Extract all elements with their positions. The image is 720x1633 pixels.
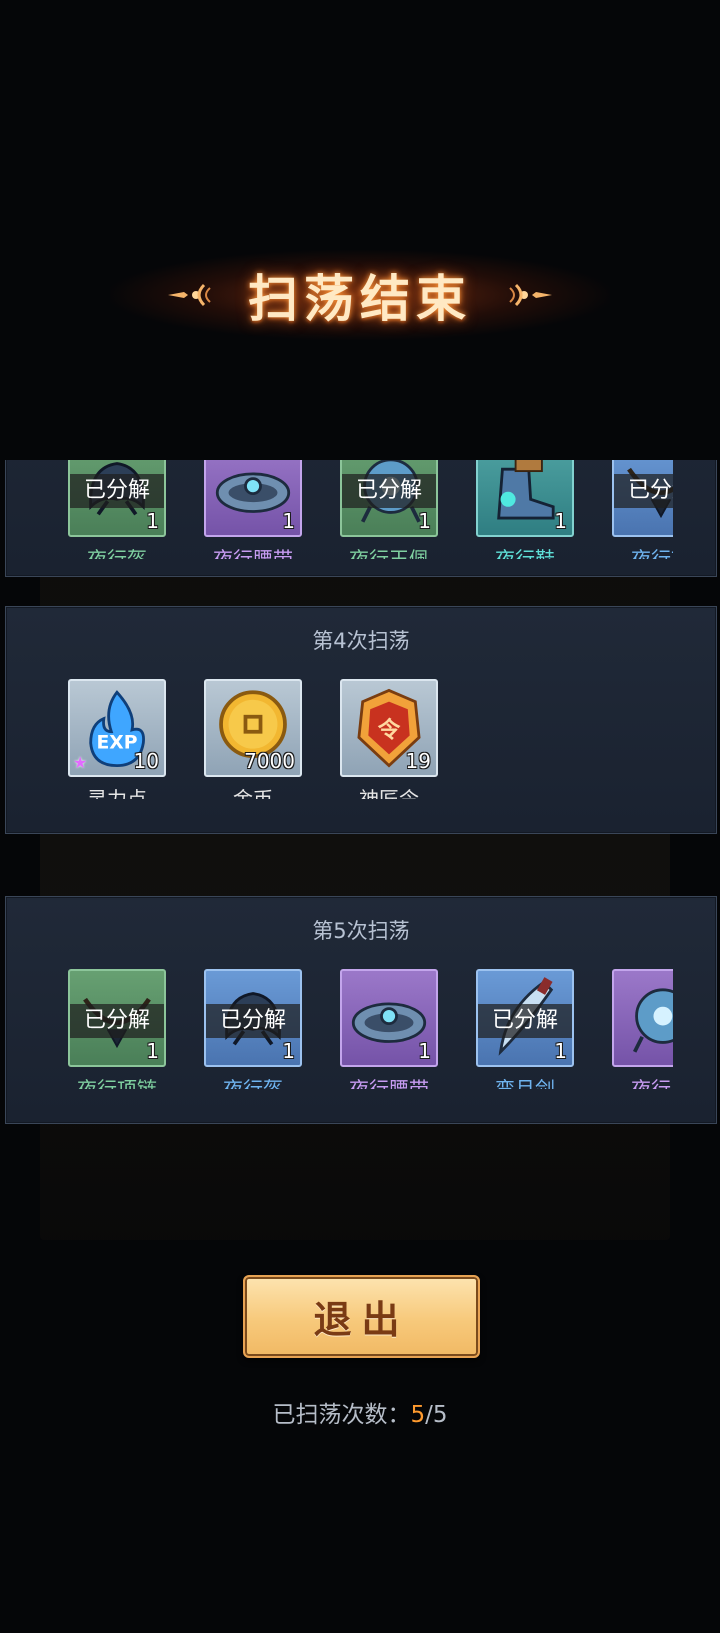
sweep-items-row: 已分解1夜行项链已分解1夜行盔1夜行腰带已分解1弯月剑夜行玉 — [6, 969, 673, 1089]
decomposed-badge: 已分解 — [70, 1004, 164, 1038]
item-name: 夜行盔 — [223, 1077, 283, 1089]
sweep-panel-4: 第4次扫荡 EXP ★ 10 灵力点 7000 金币 令 19 神匠令 — [5, 606, 717, 834]
reward-item[interactable]: 已分解 1 夜行项链 — [67, 969, 167, 1089]
item-count: 10 — [133, 749, 159, 773]
item-count: 1 — [554, 509, 567, 533]
sweep-items-row: EXP ★ 10 灵力点 7000 金币 令 19 神匠令 — [6, 679, 673, 799]
item-count: 7000 — [244, 749, 295, 773]
item-count: 1 — [282, 1039, 295, 1063]
decomposed-badge: 已分解 — [478, 1004, 572, 1038]
sweep-counter-current: 5 — [410, 1402, 426, 1428]
item-name: 夜行腰带 — [349, 1077, 429, 1089]
reward-item[interactable]: 令 19 神匠令 — [339, 679, 439, 799]
sweep-counter-total: /5 — [425, 1402, 448, 1428]
reward-item[interactable]: 1 夜行腰带 — [203, 460, 303, 559]
item-slot[interactable]: 1 — [476, 460, 574, 537]
decomposed-badge: 已分解 — [206, 1004, 300, 1038]
reward-item[interactable]: 夜行玉 — [611, 969, 673, 1089]
item-count: 1 — [418, 509, 431, 533]
item-name: 弯月剑 — [495, 1077, 555, 1089]
reward-item[interactable]: 1 夜行腰带 — [339, 969, 439, 1089]
item-slot[interactable]: 令 19 — [340, 679, 438, 777]
item-name: 夜行项 — [631, 547, 673, 559]
item-slot[interactable]: 已分解 — [612, 460, 673, 537]
item-name: 夜行玉佩 — [349, 547, 429, 559]
item-name: 夜行腰带 — [213, 547, 293, 559]
exit-button[interactable]: 退出 — [243, 1275, 480, 1358]
item-count: 1 — [418, 1039, 431, 1063]
item-count: 1 — [146, 509, 159, 533]
sweep-results-scroll[interactable]: 已分解1夜行盔1夜行腰带已分解1夜行玉佩1夜行鞋已分解夜行项 第4次扫荡 EXP… — [0, 460, 720, 1160]
item-count: 1 — [282, 509, 295, 533]
item-slot[interactable]: 7000 — [204, 679, 302, 777]
sweep-counter-label: 已扫荡次数： — [272, 1402, 411, 1428]
jade-pendant-icon — [632, 988, 673, 1053]
item-name: 夜行鞋 — [495, 547, 555, 559]
item-slot[interactable]: 1 — [204, 460, 302, 537]
page-title: 扫荡结束 — [248, 269, 472, 328]
item-slot[interactable]: 已分解 1 — [68, 460, 166, 537]
item-name: 夜行盔 — [87, 547, 147, 559]
sweep-title: 第4次扫荡 — [312, 629, 410, 653]
reward-item[interactable]: 已分解 1 夜行盔 — [203, 969, 303, 1089]
item-count: 1 — [146, 1039, 159, 1063]
left-ornament-icon — [168, 283, 211, 307]
decomposed-badge: 已分解 — [614, 474, 673, 508]
reward-item[interactable]: 已分解 1 夜行盔 — [67, 460, 167, 559]
item-name: 金币 — [233, 787, 273, 799]
svg-text:令: 令 — [378, 716, 401, 743]
item-count: 1 — [554, 1039, 567, 1063]
item-slot[interactable]: 已分解 1 — [68, 969, 166, 1067]
item-name: 夜行玉 — [631, 1077, 673, 1089]
item-slot[interactable]: 已分解 1 — [476, 969, 574, 1067]
item-slot[interactable] — [612, 969, 673, 1067]
decomposed-badge: 已分解 — [342, 474, 436, 508]
item-slot[interactable]: 已分解 1 — [204, 969, 302, 1067]
svg-text:EXP: EXP — [96, 733, 137, 754]
item-slot[interactable]: 已分解 1 — [340, 460, 438, 537]
item-name: 神匠令 — [359, 787, 419, 799]
sweep-items-row: 已分解1夜行盔1夜行腰带已分解1夜行玉佩1夜行鞋已分解夜行项 — [6, 460, 673, 559]
item-slot[interactable]: EXP ★ 10 — [68, 679, 166, 777]
title-bar: 扫荡结束 — [0, 240, 720, 350]
sweep-counter: 已扫荡次数：5/5 — [0, 1395, 720, 1429]
decomposed-badge: 已分解 — [70, 474, 164, 508]
reward-item[interactable]: 1 夜行鞋 — [475, 460, 575, 559]
reward-item[interactable]: 7000 金币 — [203, 679, 303, 799]
reward-item[interactable]: 已分解 1 夜行玉佩 — [339, 460, 439, 559]
star-icon: ★ — [73, 753, 88, 772]
item-name: 灵力点 — [87, 787, 147, 799]
item-slot[interactable]: 1 — [340, 969, 438, 1067]
sweep-panel-5: 第5次扫荡 已分解1夜行项链已分解1夜行盔1夜行腰带已分解1弯月剑夜行玉 — [5, 896, 717, 1124]
exit-button-label: 退出 — [313, 1297, 410, 1342]
item-name: 夜行项链 — [77, 1077, 157, 1089]
item-count: 19 — [405, 749, 431, 773]
reward-item[interactable]: 已分解 1 弯月剑 — [475, 969, 575, 1089]
right-ornament-icon — [509, 283, 552, 307]
reward-item[interactable]: 已分解夜行项 — [611, 460, 673, 559]
reward-item[interactable]: EXP ★ 10 灵力点 — [67, 679, 167, 799]
sweep-panel-3: 已分解1夜行盔1夜行腰带已分解1夜行玉佩1夜行鞋已分解夜行项 — [5, 460, 717, 577]
sweep-title: 第5次扫荡 — [312, 919, 410, 943]
